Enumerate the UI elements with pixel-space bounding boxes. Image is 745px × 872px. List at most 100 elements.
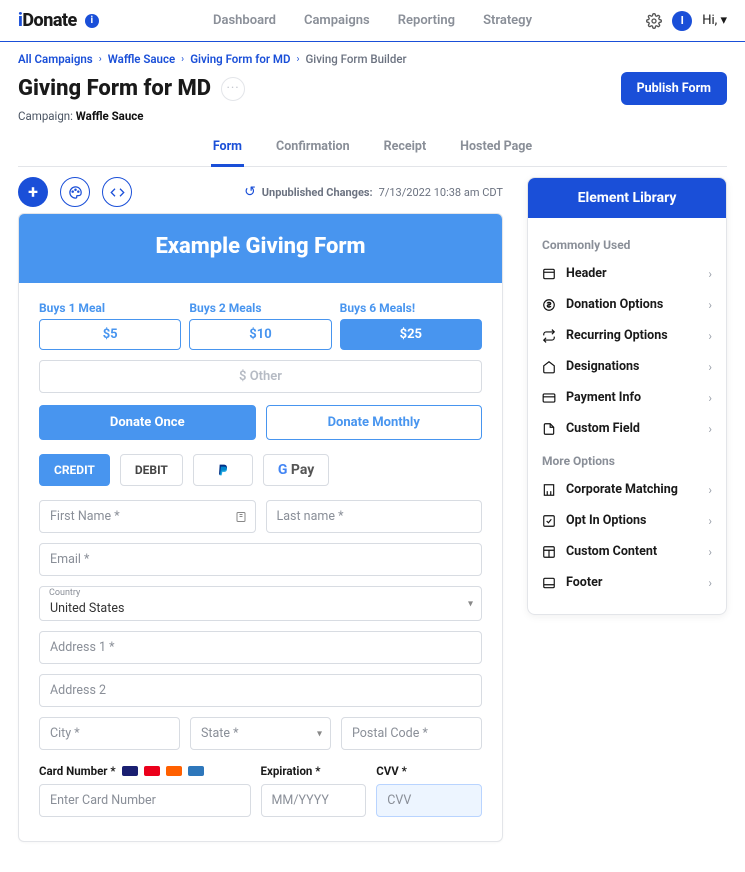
chevron-down-icon: ▾ bbox=[468, 598, 473, 609]
pay-credit[interactable]: CREDIT bbox=[39, 454, 110, 486]
add-element-button[interactable]: + bbox=[18, 177, 48, 207]
library-group-more: More Options bbox=[542, 454, 712, 468]
crumb-all-campaigns[interactable]: All Campaigns bbox=[18, 52, 93, 66]
chevron-right-icon: › bbox=[708, 267, 712, 281]
chevron-right-icon: › bbox=[708, 483, 712, 497]
first-name-field[interactable]: First Name * bbox=[39, 500, 256, 533]
city-field[interactable]: City * bbox=[39, 717, 180, 750]
chevron-right-icon: › bbox=[708, 329, 712, 343]
gear-icon[interactable] bbox=[646, 13, 662, 29]
cvv-label: CVV * bbox=[376, 764, 482, 778]
card-number-label: Card Number * bbox=[39, 764, 251, 778]
postal-field[interactable]: Postal Code * bbox=[341, 717, 482, 750]
lib-item-custom-content[interactable]: Custom Content › bbox=[542, 536, 712, 567]
lib-item-designations[interactable]: Designations › bbox=[542, 351, 712, 382]
nav-reporting[interactable]: Reporting bbox=[398, 13, 455, 28]
lib-item-recurring[interactable]: Recurring Options › bbox=[542, 320, 712, 351]
lib-item-custom-field[interactable]: Custom Field › bbox=[542, 413, 712, 444]
undo-icon[interactable]: ↺ bbox=[244, 184, 256, 200]
home-icon bbox=[542, 360, 556, 374]
logo: iDonate i bbox=[18, 10, 99, 31]
tool-row: + ↺ Unpublished Changes: 7/13/2022 10:38… bbox=[18, 177, 503, 207]
nav-dashboard[interactable]: Dashboard bbox=[213, 13, 276, 28]
top-right: I Hi, ▾ bbox=[646, 11, 727, 31]
lib-item-corporate-matching[interactable]: Corporate Matching › bbox=[542, 474, 712, 505]
info-icon[interactable]: i bbox=[85, 14, 99, 28]
donation-option-other[interactable]: $ Other bbox=[39, 360, 482, 393]
pay-method-row: CREDIT DEBIT G Pay bbox=[39, 454, 482, 486]
lib-item-payment[interactable]: Payment Info › bbox=[542, 382, 712, 413]
cvv-field[interactable]: CVV bbox=[376, 784, 482, 817]
canvas-column: + ↺ Unpublished Changes: 7/13/2022 10:38… bbox=[18, 177, 503, 842]
chevron-right-icon: › bbox=[708, 422, 712, 436]
country-select[interactable]: Country United States ▾ bbox=[39, 586, 482, 621]
element-library: Element Library Commonly Used Header › D… bbox=[527, 177, 727, 615]
footer-icon bbox=[542, 576, 556, 590]
check-square-icon bbox=[542, 514, 556, 528]
status-line: ↺ Unpublished Changes: 7/13/2022 10:38 a… bbox=[244, 184, 503, 200]
donor-fields: First Name * Last name * Email * Country… bbox=[39, 500, 482, 707]
state-select[interactable]: State * ▾ bbox=[190, 717, 331, 750]
header-icon bbox=[542, 267, 556, 281]
expiration-field[interactable]: MM/YYYY bbox=[261, 784, 367, 817]
card-number-field[interactable]: Enter Card Number bbox=[39, 784, 251, 817]
tab-confirmation[interactable]: Confirmation bbox=[274, 139, 352, 166]
publish-button[interactable]: Publish Form bbox=[621, 72, 727, 105]
chevron-down-icon: ▾ bbox=[317, 728, 322, 739]
card-brand-icons bbox=[122, 766, 204, 776]
address2-field[interactable]: Address 2 bbox=[39, 674, 482, 707]
frequency-monthly[interactable]: Donate Monthly bbox=[266, 405, 483, 440]
chevron-right-icon: › bbox=[708, 545, 712, 559]
pay-debit[interactable]: DEBIT bbox=[120, 454, 183, 486]
crumb-campaign[interactable]: Waffle Sauce bbox=[108, 52, 175, 66]
topbar: iDonate i Dashboard Campaigns Reporting … bbox=[0, 0, 745, 42]
user-menu[interactable]: Hi, ▾ bbox=[702, 13, 727, 28]
contacts-icon[interactable] bbox=[235, 511, 247, 523]
page-title: Giving Form for MD bbox=[18, 76, 211, 101]
frequency-row: Donate Once Donate Monthly bbox=[39, 405, 482, 440]
crumb-form[interactable]: Giving Form for MD bbox=[190, 52, 290, 66]
cc-labels: Card Number * Expiration * CVV * bbox=[39, 764, 482, 778]
palette-button[interactable] bbox=[60, 177, 90, 207]
tab-form[interactable]: Form bbox=[211, 139, 244, 167]
form-canvas: Example Giving Form Buys 1 Meal Buys 2 M… bbox=[18, 213, 503, 842]
breadcrumb: All Campaigns› Waffle Sauce› Giving Form… bbox=[18, 52, 727, 66]
chevron-right-icon: › bbox=[708, 360, 712, 374]
library-group-common: Commonly Used bbox=[542, 238, 712, 252]
repeat-icon bbox=[542, 329, 556, 343]
donation-option-5[interactable]: $5 bbox=[39, 319, 181, 350]
pay-google-pay[interactable]: G Pay bbox=[263, 454, 329, 486]
email-field[interactable]: Email * bbox=[39, 543, 482, 576]
donation-option-10[interactable]: $10 bbox=[189, 319, 331, 350]
dollar-icon bbox=[542, 298, 556, 312]
chevron-right-icon: › bbox=[708, 576, 712, 590]
donation-option-labels: Buys 1 Meal Buys 2 Meals Buys 6 Meals! bbox=[39, 301, 482, 315]
donation-options: $5 $10 $25 bbox=[39, 319, 482, 350]
chevron-right-icon: › bbox=[708, 514, 712, 528]
embed-code-button[interactable] bbox=[102, 177, 132, 207]
lib-item-opt-in[interactable]: Opt In Options › bbox=[542, 505, 712, 536]
crumb-current: Giving Form Builder bbox=[305, 52, 406, 66]
tab-hosted-page[interactable]: Hosted Page bbox=[458, 139, 534, 166]
nav-strategy[interactable]: Strategy bbox=[483, 13, 532, 28]
card-icon bbox=[542, 391, 556, 405]
nav-campaigns[interactable]: Campaigns bbox=[304, 13, 370, 28]
tab-receipt[interactable]: Receipt bbox=[382, 139, 429, 166]
sub-header: All Campaigns› Waffle Sauce› Giving Form… bbox=[0, 42, 745, 167]
form-header[interactable]: Example Giving Form bbox=[19, 214, 502, 283]
frequency-once[interactable]: Donate Once bbox=[39, 405, 256, 440]
donation-option-25[interactable]: $25 bbox=[340, 319, 482, 350]
more-actions-button[interactable]: ··· bbox=[221, 77, 245, 101]
lib-item-donation-options[interactable]: Donation Options › bbox=[542, 289, 712, 320]
pay-paypal[interactable] bbox=[193, 454, 253, 486]
avatar[interactable]: I bbox=[672, 11, 692, 31]
campaign-line: Campaign: Waffle Sauce bbox=[18, 109, 727, 123]
builder-main: + ↺ Unpublished Changes: 7/13/2022 10:38… bbox=[0, 167, 745, 872]
builder-tabs: Form Confirmation Receipt Hosted Page bbox=[18, 139, 727, 167]
building-icon bbox=[542, 483, 556, 497]
lib-item-footer[interactable]: Footer › bbox=[542, 567, 712, 598]
expiration-label: Expiration * bbox=[261, 764, 367, 778]
lib-item-header[interactable]: Header › bbox=[542, 258, 712, 289]
top-nav: Dashboard Campaigns Reporting Strategy bbox=[213, 13, 532, 28]
last-name-field[interactable]: Last name * bbox=[266, 500, 483, 533]
